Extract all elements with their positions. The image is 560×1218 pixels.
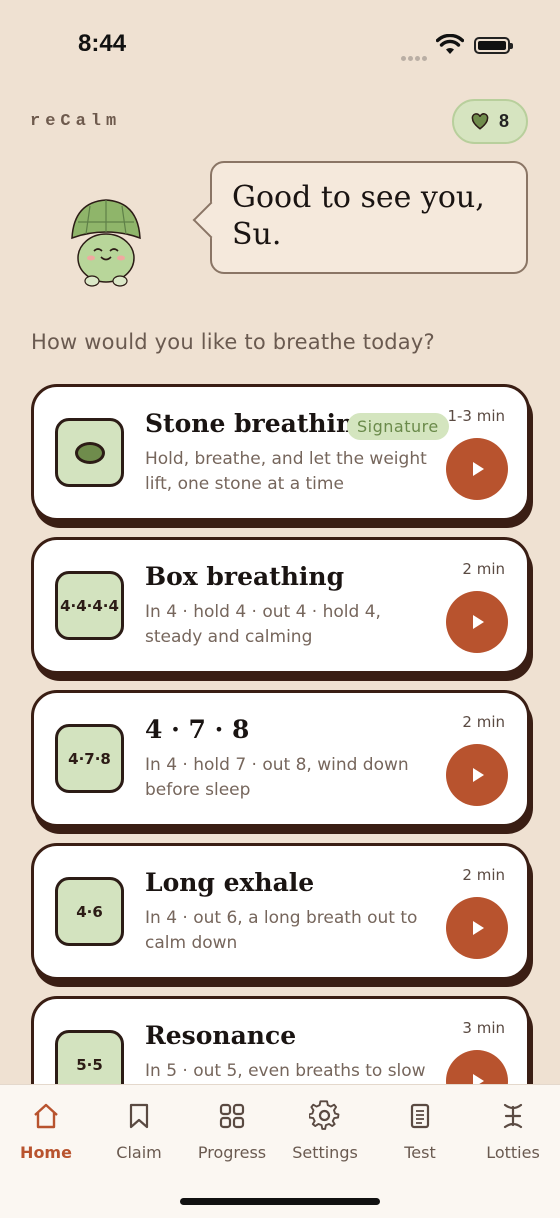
- status-time: 8:44: [78, 30, 127, 57]
- exercise-title: Stone breathing: [145, 409, 372, 438]
- play-button[interactable]: [446, 744, 508, 806]
- tab-lotties[interactable]: Lotties: [468, 1099, 558, 1162]
- exercise-duration: 1-3 min: [447, 407, 505, 425]
- home-icon: [34, 1103, 58, 1129]
- play-button[interactable]: [446, 591, 508, 653]
- greeting-text: Good to see you, Su.: [232, 180, 485, 252]
- battery-icon: [474, 37, 513, 54]
- tab-label: Progress: [197, 1143, 267, 1162]
- hearts-counter[interactable]: 8: [452, 99, 528, 144]
- tab-label: Claim: [116, 1143, 162, 1162]
- tab-test[interactable]: Test: [375, 1099, 465, 1162]
- play-button[interactable]: [446, 1050, 508, 1084]
- tab-settings[interactable]: Settings: [280, 1099, 370, 1162]
- exercise-description: In 5 · out 5, even breaths to slow: [145, 1061, 426, 1081]
- tab-claim[interactable]: Claim: [94, 1099, 184, 1162]
- exercise-duration: 2 min: [462, 560, 505, 578]
- exercise-icon: 4·6: [55, 877, 124, 946]
- exercise-icon: 4·4·4·4: [55, 571, 124, 640]
- exercise-description: In 4 · hold 7 · out 8, wind down before …: [145, 755, 409, 800]
- stone-icon: [74, 441, 105, 464]
- exercise-icon: [55, 418, 124, 487]
- tab-progress[interactable]: Progress: [187, 1099, 277, 1162]
- exercise-description: Hold, breathe, and let the weight lift, …: [145, 449, 427, 494]
- tab-label: Lotties: [486, 1143, 540, 1162]
- exercise-card-stone-breathing[interactable]: Stone breathing Signature Hold, breathe,…: [31, 384, 530, 521]
- tab-home[interactable]: Home: [1, 1099, 91, 1162]
- gear-icon: [309, 1100, 340, 1130]
- exercise-card-box-breathing[interactable]: 4·4·4·4 Box breathing In 4 · hold 4 · ou…: [31, 537, 530, 674]
- bookmark-icon: [129, 1103, 149, 1129]
- grid-icon: [219, 1103, 245, 1129]
- turtle-mascot-icon: [71, 199, 141, 287]
- exercise-icon: 4·7·8: [55, 724, 124, 793]
- exercise-card-long-exhale[interactable]: 4·6 Long exhale In 4 · out 6, a long bre…: [31, 843, 530, 980]
- document-icon: [410, 1103, 430, 1129]
- play-button[interactable]: [446, 897, 508, 959]
- exercise-card-4-7-8[interactable]: 4·7·8 4 · 7 · 8 In 4 · hold 7 · out 8, w…: [31, 690, 530, 827]
- exercise-card-resonance[interactable]: 5·5 Resonance In 5 · out 5, even breaths…: [31, 996, 530, 1084]
- exercise-description: In 4 · out 6, a long breath out to calm …: [145, 908, 418, 953]
- cellular-signal-icon: [401, 48, 431, 61]
- signature-badge: Signature: [347, 413, 449, 440]
- exercise-title: 4 · 7 · 8: [145, 715, 250, 744]
- exercise-duration: 2 min: [462, 866, 505, 884]
- exercise-title: Box breathing: [145, 562, 345, 591]
- exercise-list[interactable]: Stone breathing Signature Hold, breathe,…: [0, 380, 560, 1084]
- greeting-bubble: Good to see you, Su.: [210, 161, 528, 274]
- breathe-prompt: How would you like to breathe today?: [31, 330, 435, 354]
- exercise-icon: 5·5: [55, 1030, 124, 1084]
- tab-label: Home: [20, 1143, 72, 1162]
- status-bar: 8:44: [0, 0, 560, 92]
- heart-icon: [471, 112, 489, 130]
- exercise-duration: 2 min: [462, 713, 505, 731]
- play-button[interactable]: [446, 438, 508, 500]
- app-brand: reCalm: [30, 112, 122, 131]
- tab-label: Test: [404, 1143, 436, 1162]
- lotties-icon: [503, 1103, 523, 1129]
- exercise-title: Resonance: [145, 1021, 297, 1050]
- exercise-title: Long exhale: [145, 868, 315, 897]
- home-indicator[interactable]: [180, 1198, 380, 1205]
- exercise-description: In 4 · hold 4 · out 4 · hold 4, steady a…: [145, 602, 381, 647]
- wifi-icon: [436, 34, 464, 54]
- tab-label: Settings: [292, 1143, 358, 1162]
- exercise-duration: 3 min: [462, 1019, 505, 1037]
- hearts-count: 8: [498, 111, 509, 131]
